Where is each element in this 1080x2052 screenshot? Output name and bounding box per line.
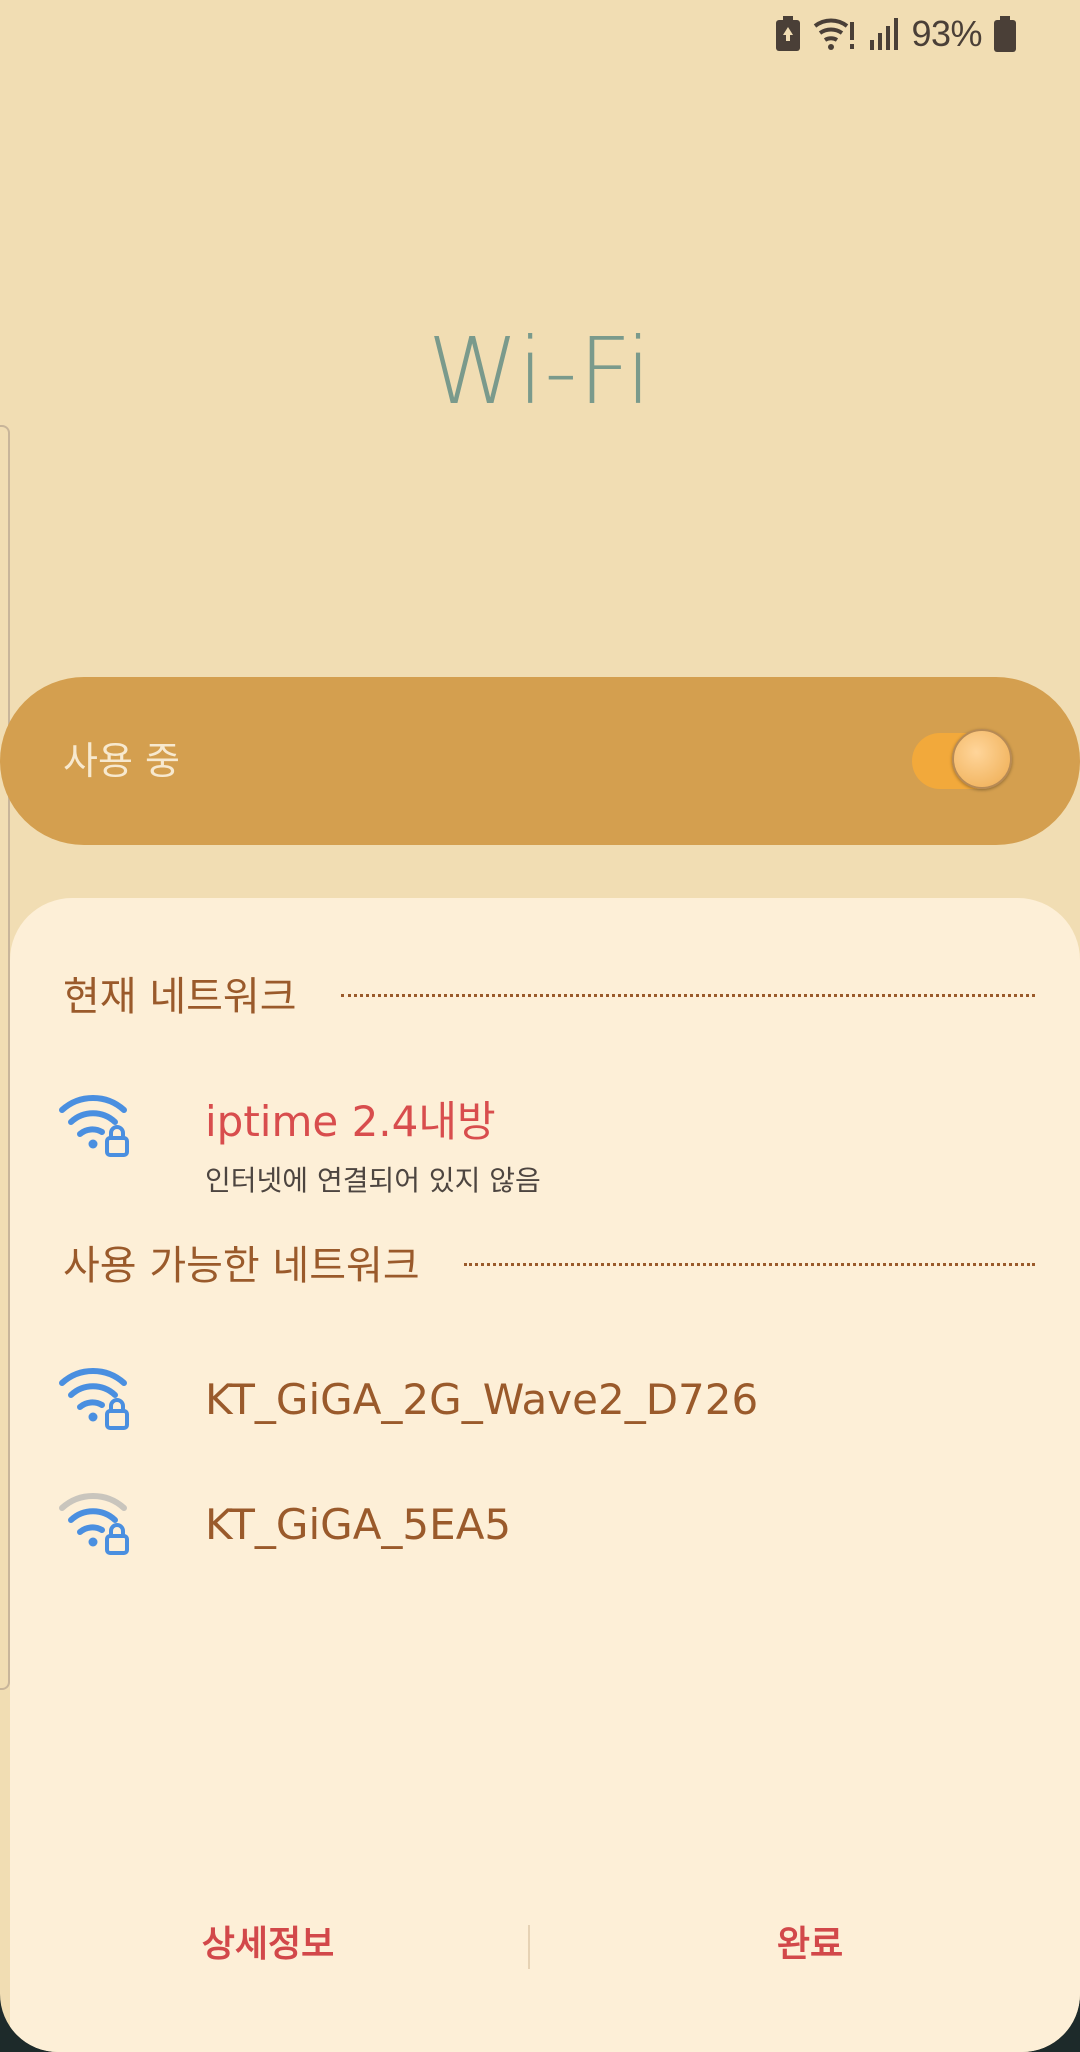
network-item-kt-giga-2g[interactable]: KT_GiGA_2G_Wave2_D726 xyxy=(10,1353,1080,1453)
network-name: iptime 2.4내방 xyxy=(205,1097,496,1146)
network-item-kt-giga-5ea5[interactable]: KT_GiGA_5EA5 xyxy=(10,1478,1080,1578)
edge-panel-handle[interactable] xyxy=(0,425,10,1690)
network-name: KT_GiGA_2G_Wave2_D726 xyxy=(205,1375,759,1424)
section-divider xyxy=(340,993,1035,997)
wifi-no-internet-icon xyxy=(813,16,857,52)
wifi-locked-icon xyxy=(58,1490,134,1560)
section-divider xyxy=(463,1262,1035,1266)
section-title: 현재 네트워크 xyxy=(63,974,297,1020)
wifi-toggle-switch[interactable] xyxy=(912,729,1012,789)
details-button[interactable]: 상세정보 xyxy=(38,1905,498,1985)
network-text: KT_GiGA_5EA5 xyxy=(205,1500,511,1549)
battery-percent: 93% xyxy=(911,13,982,54)
current-network-header: 현재 네트워크 xyxy=(63,964,1035,1022)
cellular-signal-icon xyxy=(869,16,899,52)
footer-divider xyxy=(528,1925,530,1969)
wifi-locked-icon xyxy=(58,1365,134,1435)
network-status: 인터넷에 연결되어 있지 않음 xyxy=(205,1164,541,1197)
wifi-master-toggle-row[interactable]: 사용 중 xyxy=(0,677,1080,845)
network-text: KT_GiGA_2G_Wave2_D726 xyxy=(205,1375,758,1424)
page-title: Wi-Fi xyxy=(427,318,653,425)
switch-knob xyxy=(952,729,1012,789)
wifi-locked-icon xyxy=(58,1092,134,1162)
battery-icon xyxy=(994,16,1016,52)
done-button[interactable]: 완료 xyxy=(580,1905,1040,1985)
wifi-toggle-label: 사용 중 xyxy=(63,739,180,783)
dialog-footer: 상세정보 완료 xyxy=(0,1905,1070,1985)
available-networks-header: 사용 가능한 네트워크 xyxy=(63,1233,1035,1291)
network-list-panel: 현재 네트워크 iptime 2.4내방 인터넷에 연결되어 있지 않음 사용 … xyxy=(10,898,1080,2052)
battery-saver-icon xyxy=(775,16,801,52)
network-text: iptime 2.4내방 인터넷에 연결되어 있지 않음 xyxy=(205,1088,541,1199)
section-title: 사용 가능한 네트워크 xyxy=(63,1243,420,1289)
wifi-dialog-screen: 93% Wi-Fi 사용 중 현재 네트워크 iptime 2.4내방 인터넷에… xyxy=(0,0,1080,2052)
network-name: KT_GiGA_5EA5 xyxy=(205,1500,512,1549)
status-bar: 93% xyxy=(775,10,1016,58)
network-item-current[interactable]: iptime 2.4내방 인터넷에 연결되어 있지 않음 xyxy=(10,1078,1080,1198)
